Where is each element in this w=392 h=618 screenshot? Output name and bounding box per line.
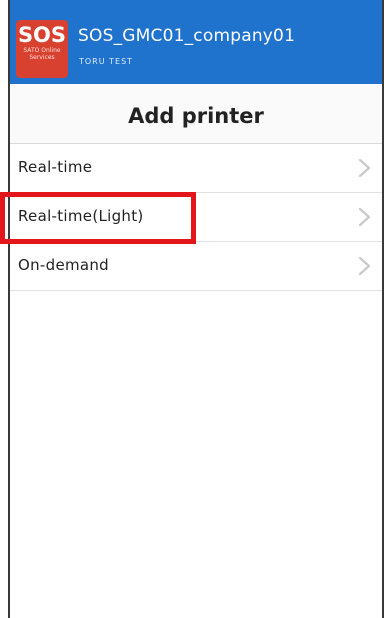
chevron-right-icon bbox=[358, 256, 371, 276]
company-name: SOS_GMC01_company01 bbox=[78, 26, 296, 46]
app-screen: SOS SATO Online Services SOS_GMC01_compa… bbox=[8, 0, 384, 618]
app-header: SOS SATO Online Services SOS_GMC01_compa… bbox=[10, 0, 382, 84]
chevron-right-icon bbox=[358, 158, 371, 178]
sos-logo: SOS SATO Online Services bbox=[16, 20, 68, 78]
user-name: TORU TEST bbox=[79, 57, 134, 66]
menu-item-on-demand[interactable]: On-demand bbox=[10, 242, 382, 291]
page-title: Add printer bbox=[10, 84, 382, 144]
menu-item-label: Real-time bbox=[18, 158, 93, 176]
menu-item-real-time[interactable]: Real-time bbox=[10, 144, 382, 193]
logo-subtext: SATO Online Services bbox=[23, 47, 61, 61]
menu-item-label: On-demand bbox=[18, 256, 110, 274]
chevron-right-icon bbox=[358, 207, 371, 227]
highlight-annotation bbox=[0, 192, 196, 244]
logo-text: SOS bbox=[17, 23, 67, 47]
